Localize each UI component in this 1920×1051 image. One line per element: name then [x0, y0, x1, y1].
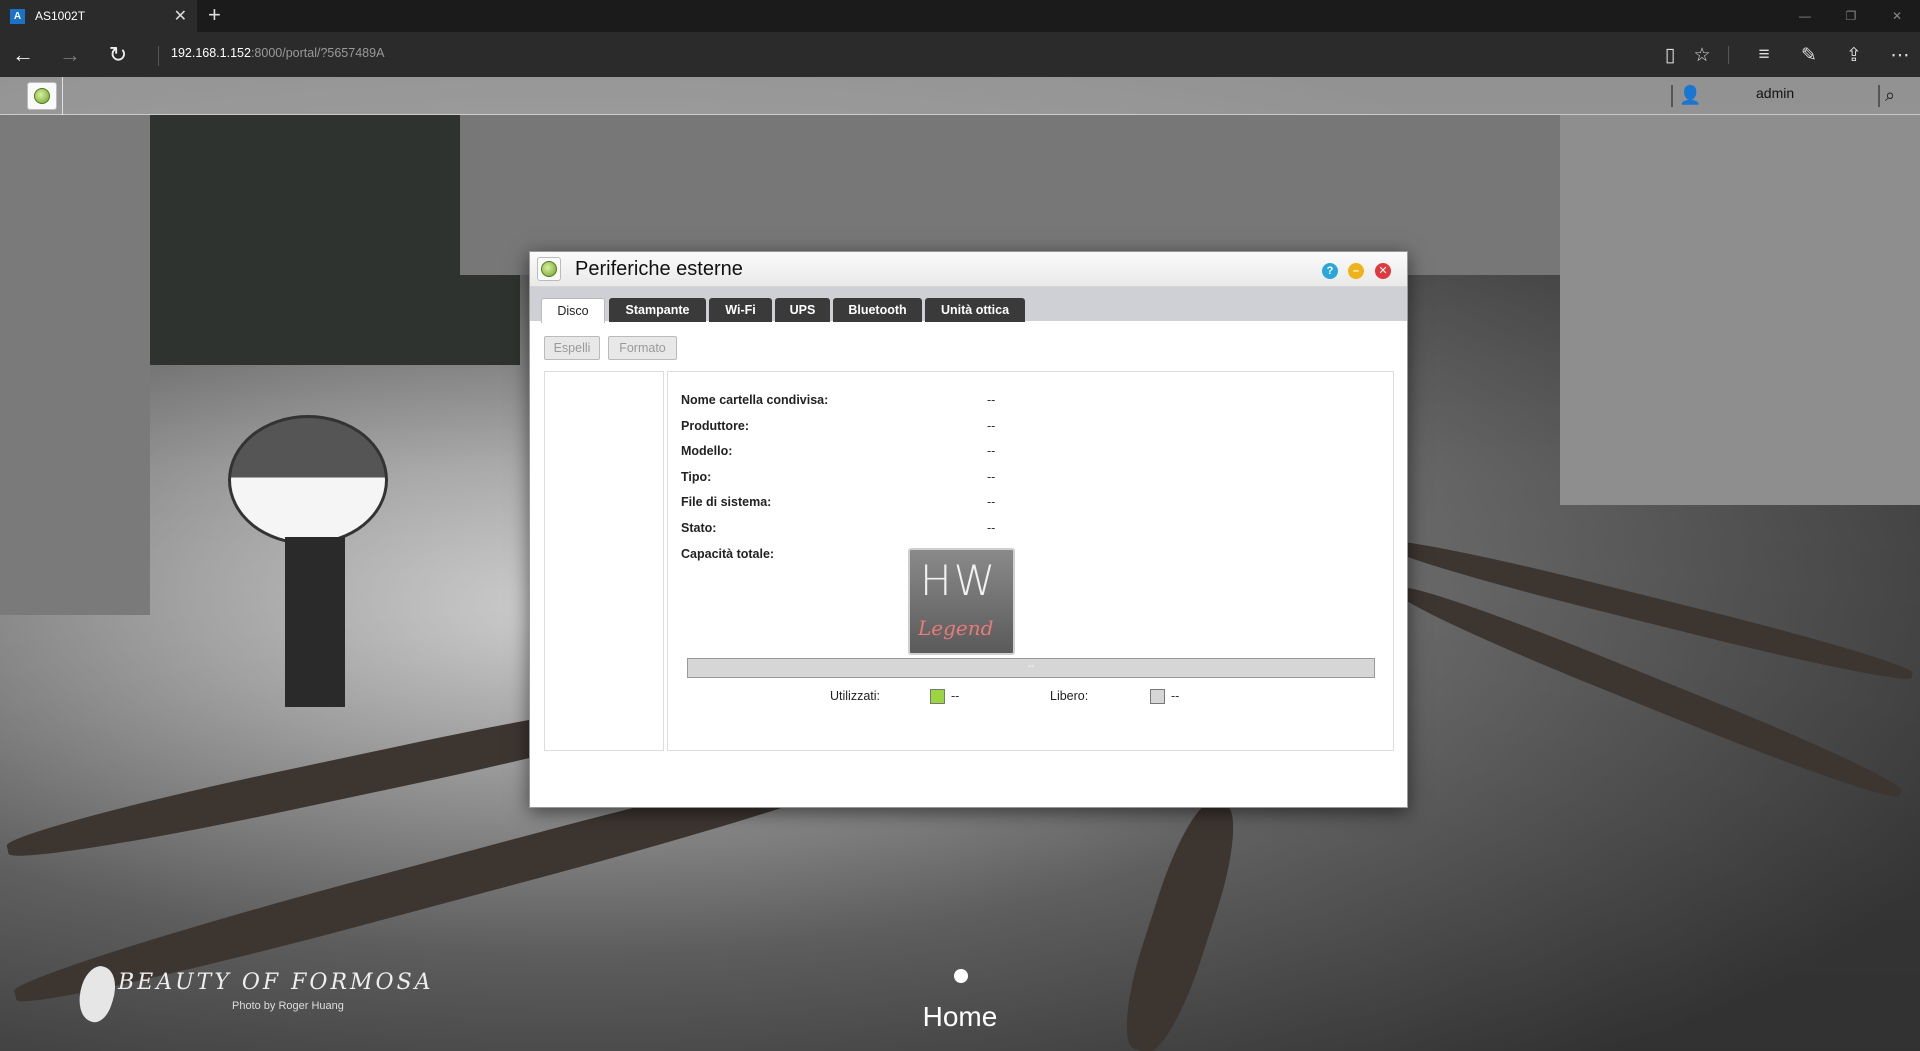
- url-host: 192.168.1.152: [171, 46, 251, 60]
- used-legend-value: --: [951, 689, 960, 703]
- refresh-icon[interactable]: ↻: [103, 40, 133, 70]
- user-name[interactable]: admin: [1756, 85, 1794, 101]
- forward-arrow-icon[interactable]: →: [55, 40, 85, 70]
- info-label-total-capacity: Capacità totale:: [681, 547, 775, 561]
- info-label-manufacturer: Produttore:: [681, 419, 750, 433]
- search-icon[interactable]: ⌕: [1885, 85, 1909, 109]
- hub-icon[interactable]: ≡: [1750, 41, 1778, 69]
- page-label: Home: [922, 1001, 998, 1032]
- asustor-logo-icon: [34, 88, 50, 104]
- info-value-model: --: [987, 444, 996, 458]
- info-value-type: --: [987, 470, 996, 484]
- back-arrow-icon[interactable]: ←: [8, 40, 38, 70]
- info-label-status: Stato:: [681, 521, 717, 535]
- info-label-type: Tipo:: [681, 470, 712, 484]
- capacity-bar: --: [687, 658, 1375, 678]
- free-legend-label: Libero:: [1050, 689, 1089, 703]
- tab-ups[interactable]: UPS: [775, 298, 830, 322]
- adm-desktop: 👤 admin ⌕ BEAUTY OF FORMOSA Photo by Rog…: [0, 77, 1920, 1051]
- adm-taskbar: 👤 admin ⌕: [0, 77, 1920, 115]
- device-list[interactable]: [544, 371, 664, 751]
- dialog-app-icon: [537, 257, 561, 281]
- tab-unita-ottica[interactable]: Unità ottica: [925, 298, 1025, 322]
- free-color-swatch: [1150, 689, 1165, 704]
- tab-bluetooth[interactable]: Bluetooth: [833, 298, 922, 322]
- browser-address-bar: ← → ↻ 192.168.1.152:8000/portal/?5657489…: [0, 32, 1920, 77]
- dialog-tab-strip: Disco Stampante Wi-Fi UPS Bluetooth Unit…: [530, 287, 1407, 323]
- dialog-title: Periferiche esterne: [575, 258, 743, 280]
- free-legend-value: --: [1171, 689, 1180, 703]
- user-icon[interactable]: 👤: [1679, 85, 1701, 107]
- more-menu-icon[interactable]: ⋯: [1886, 41, 1914, 69]
- taskbar-divider: [1671, 85, 1673, 107]
- minimize-icon[interactable]: –: [1348, 263, 1364, 279]
- wallpaper-wall: [0, 115, 150, 615]
- tab-stampante[interactable]: Stampante: [609, 298, 706, 322]
- reading-view-icon[interactable]: ▯: [1656, 41, 1684, 69]
- window-close-icon[interactable]: ✕: [1874, 0, 1920, 32]
- wallpaper-signal-disc: [228, 415, 388, 545]
- url-field[interactable]: 192.168.1.152:8000/portal/?5657489A: [158, 46, 1558, 66]
- wallpaper-signal-post: [285, 537, 345, 707]
- info-value-filesystem: --: [987, 495, 996, 509]
- used-color-swatch: [930, 689, 945, 704]
- url-path: :8000/portal/?5657489A: [250, 46, 385, 60]
- info-value-status: --: [987, 521, 996, 535]
- info-label-filesystem: File di sistema:: [681, 495, 772, 509]
- adm-start-button[interactable]: [27, 82, 57, 110]
- web-note-icon[interactable]: ✎: [1795, 41, 1823, 69]
- wallpaper-title: BEAUTY OF FORMOSA: [118, 970, 434, 995]
- device-info-panel: [667, 371, 1394, 751]
- taskbar-divider: [1878, 85, 1880, 107]
- format-button[interactable]: Formato: [608, 336, 677, 360]
- window-minimize-icon[interactable]: —: [1782, 0, 1828, 32]
- window-restore-icon[interactable]: ❐: [1828, 0, 1874, 32]
- watermark-logo-sub: Legend: [918, 616, 994, 640]
- info-value-manufacturer: --: [987, 419, 996, 433]
- favorite-star-icon[interactable]: ☆: [1688, 41, 1716, 69]
- used-legend-label: Utilizzati:: [830, 689, 881, 703]
- tab-disco[interactable]: Disco: [541, 298, 605, 323]
- tab-wifi[interactable]: Wi-Fi: [709, 298, 772, 322]
- share-icon[interactable]: ⇪: [1840, 41, 1868, 69]
- dialog-titlebar[interactable]: Periferiche esterne ? – ✕: [530, 252, 1407, 287]
- help-icon[interactable]: ?: [1322, 263, 1338, 279]
- browser-tab-bar: A AS1002T ✕ + — ❐ ✕: [0, 0, 1920, 32]
- browser-tab[interactable]: A AS1002T ✕: [0, 0, 197, 32]
- asustor-favicon-icon: A: [10, 8, 25, 24]
- info-value-shared-folder: --: [987, 393, 996, 407]
- external-devices-icon: [541, 261, 557, 277]
- browser-tab-title: AS1002T: [35, 9, 86, 23]
- info-label-model: Modello:: [681, 444, 733, 458]
- close-icon[interactable]: ✕: [1375, 263, 1391, 279]
- taskbar-divider: [62, 77, 63, 115]
- eject-button[interactable]: Espelli: [544, 336, 600, 360]
- capacity-bar-text: --: [1027, 661, 1035, 672]
- close-tab-icon[interactable]: ✕: [174, 6, 187, 26]
- new-tab-icon[interactable]: +: [208, 4, 221, 26]
- external-devices-dialog: Periferiche esterne ? – ✕ Disco Stampant…: [529, 251, 1408, 808]
- toolbar-divider: [1728, 46, 1729, 64]
- hwlegend-watermark-logo: HW Legend: [908, 548, 1015, 655]
- info-label-shared-folder: Nome cartella condivisa:: [681, 393, 829, 407]
- page-indicator-dot[interactable]: [954, 969, 968, 983]
- wallpaper-building: [1560, 115, 1920, 505]
- watermark-logo-text: HW: [920, 556, 998, 605]
